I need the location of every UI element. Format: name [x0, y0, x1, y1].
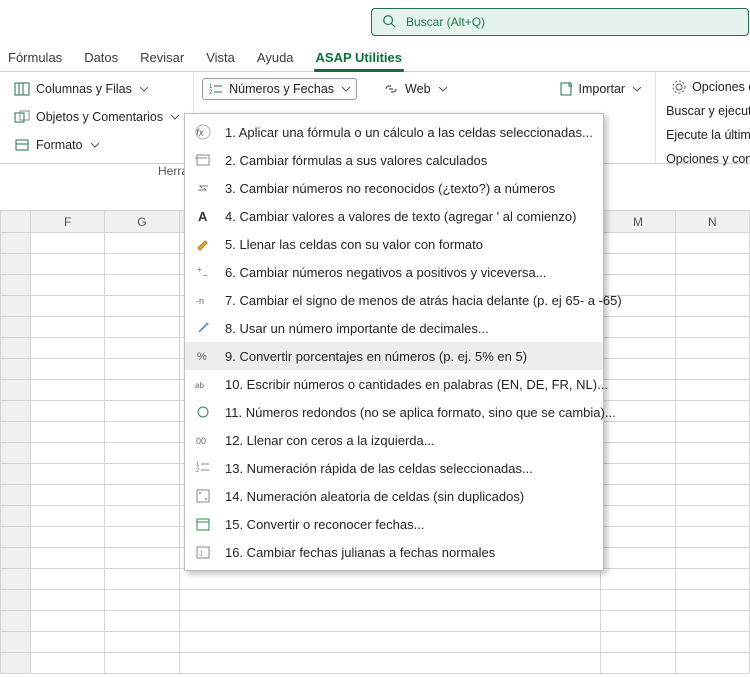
- tab-vista[interactable]: Vista: [204, 46, 237, 71]
- svg-text:2: 2: [209, 90, 213, 96]
- chevron-down-icon: [633, 87, 641, 92]
- svg-text:A: A: [198, 209, 208, 224]
- menu-item-8[interactable]: 8. Usar un número importante de decimale…: [185, 314, 603, 342]
- search-box[interactable]: Buscar (Alt+Q): [371, 8, 749, 36]
- svg-text:−: −: [203, 271, 208, 280]
- buscar-ejecutar-link[interactable]: Buscar y ejecutar una utili: [666, 102, 750, 120]
- opciones-asap-button[interactable]: Opciones de ASAP Utilitie: [666, 78, 750, 96]
- web-button[interactable]: Web: [377, 78, 452, 100]
- menu-item-13[interactable]: 12 13. Numeración rápida de las celdas s…: [185, 454, 603, 482]
- format-icon: [14, 138, 30, 152]
- julian-icon: J: [193, 543, 213, 561]
- tab-asap-utilities[interactable]: ASAP Utilities: [314, 46, 404, 71]
- chevron-down-icon: [140, 87, 148, 92]
- col-header-n[interactable]: N: [675, 211, 749, 233]
- chevron-down-icon: [171, 115, 179, 120]
- menu-item-7[interactable]: -n 7. Cambiar el signo de menos de atrás…: [185, 286, 603, 314]
- menu-item-14[interactable]: 14. Numeración aleatoria de celdas (sin …: [185, 482, 603, 510]
- search-placeholder: Buscar (Alt+Q): [406, 15, 485, 29]
- menu-item-12[interactable]: 00 12. Llenar con ceros a la izquierda..…: [185, 426, 603, 454]
- chevron-down-icon: [439, 87, 447, 92]
- random-icon: [193, 487, 213, 505]
- select-all-corner[interactable]: [1, 211, 31, 233]
- objects-icon: [14, 110, 30, 124]
- leading-zeros-icon: 00: [193, 431, 213, 449]
- calendar-icon: [193, 515, 213, 533]
- ribbon-tabs: Fórmulas Datos Revisar Vista Ayuda ASAP …: [0, 44, 750, 72]
- menu-item-10[interactable]: ab 10. Escribir números o cantidades en …: [185, 370, 603, 398]
- text-a-icon: A: [193, 207, 213, 225]
- numbering-icon: 12: [193, 459, 213, 477]
- tab-formulas[interactable]: Fórmulas: [6, 46, 64, 71]
- round-icon: [193, 403, 213, 421]
- plusminus-icon: +−: [193, 263, 213, 281]
- menu-item-16[interactable]: J 16. Cambiar fechas julianas a fechas n…: [185, 538, 603, 566]
- search-icon: [382, 14, 396, 31]
- values-icon: [193, 151, 213, 169]
- svg-text:J: J: [199, 551, 203, 558]
- menu-item-1[interactable]: fx 1. Aplicar una fórmula o un cálculo a…: [185, 118, 603, 146]
- svg-text:2: 2: [196, 468, 200, 474]
- chevron-down-icon: [91, 143, 99, 148]
- list-numbers-icon: 12: [209, 82, 223, 96]
- opciones-config-link[interactable]: Opciones y configuración: [666, 150, 750, 168]
- menu-item-5[interactable]: 5. Llenar las celdas con su valor con fo…: [185, 230, 603, 258]
- menu-item-2[interactable]: 2. Cambiar fórmulas a sus valores calcul…: [185, 146, 603, 174]
- ribbon-group-3: Opciones de ASAP Utilitie Buscar y ejecu…: [656, 72, 750, 163]
- title-bar: Buscar (Alt+Q): [0, 0, 750, 44]
- col-header-f[interactable]: F: [31, 211, 105, 233]
- tab-ayuda[interactable]: Ayuda: [255, 46, 296, 71]
- ejecute-ultima-link[interactable]: Ejecute la última herrami: [666, 126, 750, 144]
- percent-icon: %: [193, 347, 213, 365]
- svg-text:00: 00: [196, 436, 206, 446]
- gear-icon: [672, 80, 686, 94]
- svg-text:+: +: [197, 265, 202, 274]
- numeros-fechas-button[interactable]: 12 Números y Fechas: [202, 78, 357, 100]
- import-icon: [559, 81, 573, 97]
- menu-item-6[interactable]: +− 6. Cambiar números negativos a positi…: [185, 258, 603, 286]
- svg-text:fx: fx: [196, 128, 205, 139]
- svg-text:%: %: [197, 351, 207, 363]
- menu-item-9[interactable]: % 9. Convertir porcentajes en números (p…: [185, 342, 603, 370]
- wand-icon: [193, 319, 213, 337]
- link-icon: [383, 82, 399, 96]
- col-header-m[interactable]: M: [601, 211, 675, 233]
- svg-text:-n: -n: [196, 296, 204, 306]
- menu-item-3[interactable]: 3. Cambiar números no reconocidos (¿text…: [185, 174, 603, 202]
- columns-icon: [14, 82, 30, 96]
- words-icon: ab: [193, 375, 213, 393]
- menu-item-4[interactable]: A 4. Cambiar valores a valores de texto …: [185, 202, 603, 230]
- ribbon-group-1: Columnas y Filas Objetos y Comentarios F…: [0, 72, 194, 163]
- chevron-down-icon: [342, 87, 350, 92]
- tab-revisar[interactable]: Revisar: [138, 46, 186, 71]
- tab-datos[interactable]: Datos: [82, 46, 120, 71]
- brush-icon: [193, 235, 213, 253]
- importar-button[interactable]: Importar: [553, 78, 648, 100]
- fx-icon: fx: [193, 123, 213, 141]
- col-header-g[interactable]: G: [105, 211, 179, 233]
- menu-item-15[interactable]: 15. Convertir o reconocer fechas...: [185, 510, 603, 538]
- svg-text:ab: ab: [195, 381, 204, 390]
- objetos-comentarios-button[interactable]: Objetos y Comentarios: [8, 106, 185, 128]
- minus-swap-icon: -n: [193, 291, 213, 309]
- menu-item-11[interactable]: 11. Números redondos (no se aplica forma…: [185, 398, 603, 426]
- convert-icon: [193, 179, 213, 197]
- columnas-filas-button[interactable]: Columnas y Filas: [8, 78, 185, 100]
- formato-button[interactable]: Formato: [8, 134, 185, 156]
- numeros-fechas-menu: fx 1. Aplicar una fórmula o un cálculo a…: [184, 113, 604, 571]
